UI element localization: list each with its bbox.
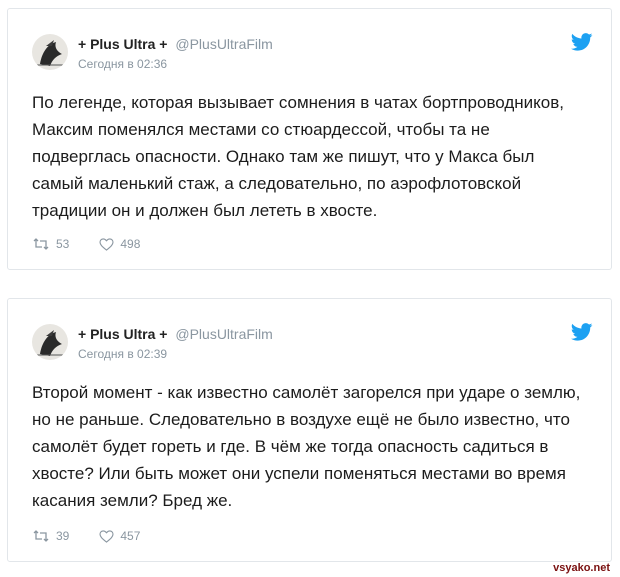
retweet-count: 39 — [56, 529, 70, 543]
retweet-action[interactable]: 53 — [32, 237, 69, 251]
watermark: vsyako.net — [553, 562, 610, 574]
retweet-icon — [33, 530, 49, 542]
retweet-icon — [33, 238, 49, 250]
author-line: + Plus Ultra + @PlusUltraFilm — [78, 326, 273, 342]
tweet-text: По легенде, которая вызывает сомнения в … — [32, 93, 565, 220]
timestamp[interactable]: Сегодня в 02:39 — [78, 347, 167, 361]
heart-icon — [99, 237, 114, 251]
author-name[interactable]: + Plus Ultra + — [78, 326, 167, 342]
tweet-card: + Plus Ultra + @PlusUltraFilm Сегодня в … — [7, 8, 612, 270]
tweet-actions: 53 498 — [32, 237, 170, 251]
tweet-text: Второй момент - как известно самолёт заг… — [32, 383, 581, 510]
retweet-count: 53 — [56, 237, 70, 251]
author-handle[interactable]: @PlusUltraFilm — [175, 36, 272, 52]
author-name[interactable]: + Plus Ultra + — [78, 36, 167, 52]
tweet-card: + Plus Ultra + @PlusUltraFilm Сегодня в … — [7, 298, 612, 562]
like-count: 498 — [120, 237, 141, 251]
timestamp[interactable]: Сегодня в 02:36 — [78, 57, 167, 71]
avatar[interactable] — [32, 324, 68, 360]
tweet-actions: 39 457 — [32, 529, 170, 543]
author-handle[interactable]: @PlusUltraFilm — [175, 326, 272, 342]
like-action[interactable]: 457 — [99, 529, 140, 543]
heart-icon — [99, 529, 114, 543]
author-line: + Plus Ultra + @PlusUltraFilm — [78, 36, 273, 52]
avatar[interactable] — [32, 34, 68, 70]
twitter-bird-icon[interactable] — [571, 323, 593, 341]
like-count: 457 — [120, 529, 141, 543]
retweet-action[interactable]: 39 — [32, 529, 69, 543]
twitter-bird-icon[interactable] — [571, 33, 593, 51]
like-action[interactable]: 498 — [99, 237, 140, 251]
